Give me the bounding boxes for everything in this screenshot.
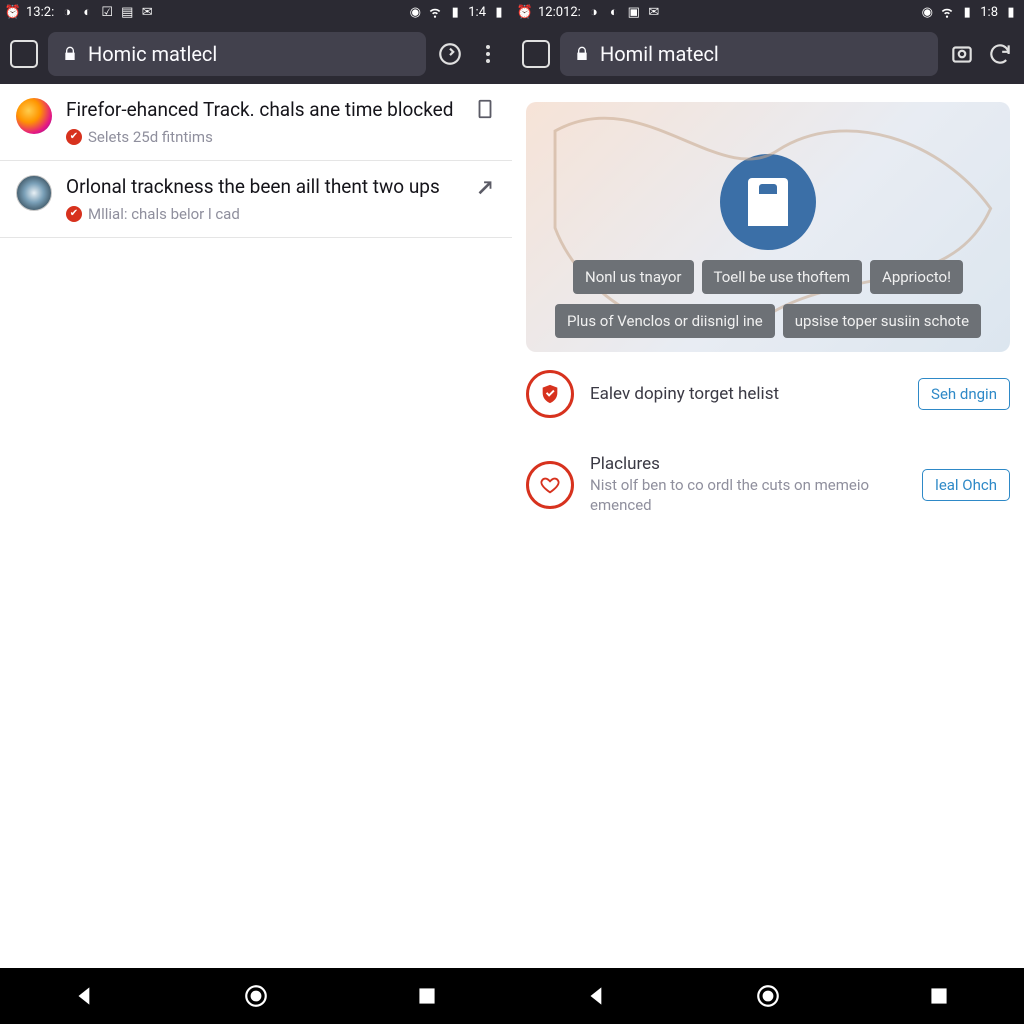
browser-toolbar: Homic matlecl xyxy=(0,24,512,84)
status-time: 13:2: xyxy=(26,5,54,20)
recent-icon[interactable] xyxy=(414,983,440,1009)
status-time: 12:012: xyxy=(538,5,581,20)
feed-item[interactable]: Orlonal trackness the been aill thent tw… xyxy=(0,161,512,238)
hero-card: Nonl us tnayor Toell be use thoftem Appr… xyxy=(526,102,1010,352)
url-text: Homil matecl xyxy=(600,42,719,66)
battery2-icon: ▮ xyxy=(1004,5,1018,19)
alarm-icon: ⏰ xyxy=(6,5,20,19)
battery2-icon: ▮ xyxy=(492,5,506,19)
reload-button[interactable] xyxy=(436,40,464,68)
content-right: Nonl us tnayor Toell be use thoftem Appr… xyxy=(512,84,1024,968)
up-icon: ▣ xyxy=(627,5,641,19)
card-title: Placlures xyxy=(590,454,906,474)
browser-toolbar: Homil matecl xyxy=(512,24,1024,84)
hero-chip[interactable]: Appriocto! xyxy=(870,260,963,294)
back-icon[interactable] xyxy=(72,983,98,1009)
home-icon[interactable] xyxy=(243,983,269,1009)
wifi-icon xyxy=(428,5,442,19)
phone-right: ⏰ 12:012: ◑ ◐ ▣ ✉ ◉ ▮ 1:8 ▮ Homil matecl xyxy=(512,0,1024,968)
heart-ring-icon xyxy=(526,461,574,509)
feed-item[interactable]: Firefor-ehanced Track. chals ane time bl… xyxy=(0,84,512,161)
wifi-icon xyxy=(940,5,954,19)
hero-chip[interactable]: upsise toper susiin schote xyxy=(783,304,981,338)
firefox-icon xyxy=(16,98,52,134)
card-sub: Nist olf ben to co ordl the cuts on meme… xyxy=(590,476,906,515)
status-battery: 1:8 xyxy=(980,5,998,20)
content-left: Firefor-ehanced Track. chals ane time bl… xyxy=(0,84,512,968)
lock-icon xyxy=(574,46,590,62)
screenshot-button[interactable] xyxy=(948,40,976,68)
page-icon: ▤ xyxy=(120,5,134,19)
status-bar: ⏰ 13:2: ◑ ◐ ☑ ▤ ✉ ◉ ▮ 1:4 ▮ xyxy=(0,0,512,24)
feed-meta: Mllial: chals belor l cad xyxy=(88,205,240,223)
phone-left: ⏰ 13:2: ◑ ◐ ☑ ▤ ✉ ◉ ▮ 1:4 ▮ Homic matlec… xyxy=(0,0,512,968)
tabs-button[interactable] xyxy=(10,40,38,68)
card-action-button[interactable]: leal Ohch xyxy=(922,469,1010,501)
setting-card: Placlures Nist olf ben to co ordl the cu… xyxy=(512,436,1024,533)
dot-icon: ◑ xyxy=(60,5,74,19)
dot-icon: ◑ xyxy=(587,5,601,19)
location-icon: ◉ xyxy=(408,5,422,19)
feed-title: Firefor-ehanced Track. chals ane time bl… xyxy=(66,98,460,122)
home-icon[interactable] xyxy=(755,983,781,1009)
url-text: Homic matlecl xyxy=(88,42,217,66)
circle-icon: ◐ xyxy=(80,5,94,19)
battery-icon: ▮ xyxy=(448,5,462,19)
shield-badge-icon: ✔ xyxy=(66,129,82,145)
status-bar: ⏰ 12:012: ◑ ◐ ▣ ✉ ◉ ▮ 1:8 ▮ xyxy=(512,0,1024,24)
url-bar[interactable]: Homil matecl xyxy=(560,32,938,76)
bookmark-icon[interactable] xyxy=(474,98,496,120)
reload-button[interactable] xyxy=(986,40,1014,68)
shield-badge-icon: ✔ xyxy=(66,206,82,222)
url-bar[interactable]: Homic matlecl xyxy=(48,32,426,76)
card-action-button[interactable]: Seh dngin xyxy=(918,378,1010,410)
open-icon[interactable] xyxy=(474,175,496,197)
hero-chip[interactable]: Nonl us tnayor xyxy=(573,260,694,294)
hero-chip[interactable]: Toell be use thoftem xyxy=(702,260,863,294)
card-title: Ealev dopiny torget helist xyxy=(590,384,902,404)
mail-icon: ✉ xyxy=(140,5,154,19)
feed-title: Orlonal trackness the been aill thent tw… xyxy=(66,175,460,199)
hero-chip[interactable]: Plus of Venclos or diisnigl ine xyxy=(555,304,775,338)
location-icon: ◉ xyxy=(920,5,934,19)
mail-icon: ✉ xyxy=(647,5,661,19)
back-icon[interactable] xyxy=(584,983,610,1009)
status-battery: 1:4 xyxy=(468,5,486,20)
setting-card: Ealev dopiny torget helist Seh dngin xyxy=(512,352,1024,436)
lock-icon xyxy=(62,46,78,62)
check-icon: ☑ xyxy=(100,5,114,19)
tabs-button[interactable] xyxy=(522,40,550,68)
alarm-icon: ⏰ xyxy=(518,5,532,19)
site-icon xyxy=(16,175,52,211)
menu-button[interactable] xyxy=(474,40,502,68)
feed-meta: Selets 25d fitntims xyxy=(88,128,213,146)
system-nav xyxy=(0,968,1024,1024)
recent-icon[interactable] xyxy=(926,983,952,1009)
battery-icon: ▮ xyxy=(960,5,974,19)
flame-icon: ◐ xyxy=(607,5,621,19)
shield-ring-icon xyxy=(526,370,574,418)
